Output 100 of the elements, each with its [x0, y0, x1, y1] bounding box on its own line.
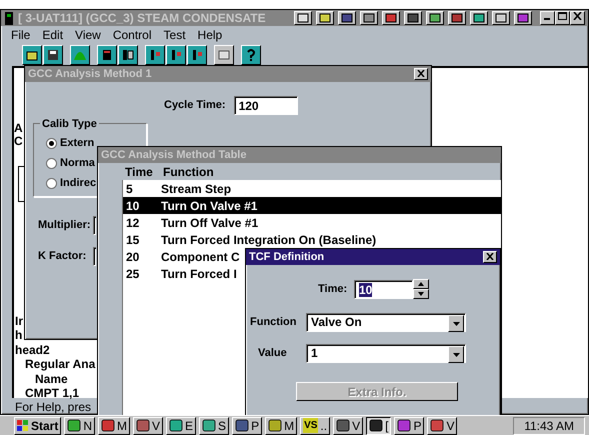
toolbar-button[interactable] — [214, 44, 234, 64]
tool-icon — [148, 48, 162, 62]
menu-item[interactable]: View — [69, 26, 107, 44]
toolbar-button[interactable] — [70, 44, 90, 64]
toolbar-button[interactable] — [118, 44, 138, 64]
table-row[interactable]: 15 Turn Forced Integration On (Baseline) — [123, 231, 501, 248]
window-title: GCC Analysis Method Table — [101, 148, 246, 163]
toolbar-button[interactable] — [97, 44, 117, 64]
tree-item[interactable]: head2 — [15, 342, 96, 358]
field-label: Function — [250, 315, 298, 330]
close-icon — [486, 253, 494, 260]
down-arrow-icon — [452, 322, 460, 326]
tree-item[interactable]: Name — [15, 372, 96, 386]
toolbar-button[interactable] — [404, 11, 422, 25]
close-button[interactable] — [483, 251, 497, 263]
tool-icon — [297, 13, 309, 23]
toolbar-button[interactable] — [43, 44, 63, 64]
table-cell-text: 5 — [125, 180, 134, 198]
table-cell-text: Turn Off Valve #1 — [161, 214, 258, 232]
table-row[interactable]: 12 Turn Off Valve #1 — [123, 214, 501, 231]
tool-icon — [407, 13, 419, 23]
app-icon — [101, 419, 116, 432]
multiplier-field[interactable] — [93, 216, 96, 235]
close-button[interactable] — [414, 68, 428, 80]
toolbar-button[interactable] — [514, 11, 532, 25]
k-factor-field[interactable] — [93, 247, 96, 266]
start-button[interactable]: Start — [14, 416, 62, 434]
maximize-icon — [558, 12, 567, 20]
toolbar-button[interactable] — [241, 44, 261, 64]
taskbar-button[interactable]: E — [166, 416, 196, 434]
app-icon — [336, 419, 350, 432]
table-cell-text: Stream Step — [161, 180, 232, 198]
toolbar-button[interactable] — [187, 44, 207, 64]
toolbar-button[interactable] — [316, 11, 334, 25]
tool-icon — [385, 13, 397, 23]
menu-item[interactable]: File — [5, 26, 36, 44]
toolbar-button[interactable] — [382, 11, 400, 25]
taskbar-button[interactable]: [ — [366, 416, 392, 434]
clock: 11:43 AM — [513, 416, 585, 434]
menu-item[interactable]: Help — [192, 26, 228, 44]
function-dropdown[interactable]: Valve On — [306, 313, 466, 332]
taskbar-button[interactable]: M — [98, 416, 130, 434]
spin-up-button[interactable] — [413, 279, 429, 289]
taskbar-button[interactable]: VS .. — [300, 416, 330, 434]
spin-down-button[interactable] — [413, 289, 429, 299]
table-row[interactable]: 5 Stream Step — [123, 180, 501, 197]
app-icon — [235, 419, 250, 432]
toolbar-button[interactable] — [22, 44, 42, 64]
tool-icon — [319, 13, 331, 23]
radio-label: Extern — [60, 136, 94, 151]
table-cell-text: 25 — [125, 266, 140, 282]
cycle-time-field[interactable]: 120 — [234, 96, 298, 115]
toolbar-button[interactable] — [426, 11, 444, 25]
radio-button[interactable] — [46, 158, 57, 168]
app-icon — [169, 419, 184, 432]
time-field[interactable]: 10 — [354, 280, 413, 298]
close-button[interactable] — [570, 11, 585, 25]
tool-icon — [363, 13, 375, 23]
app-icon — [136, 419, 150, 432]
app-icon — [397, 419, 412, 432]
toolbar-button[interactable] — [492, 11, 510, 25]
toolbar-button[interactable] — [448, 11, 466, 25]
close-icon — [417, 70, 425, 78]
table-cell-text: Turn On Valve #1 — [161, 198, 258, 214]
tool-icon — [190, 48, 204, 62]
value-dropdown[interactable]: 1 — [306, 344, 466, 363]
menu-item[interactable]: Test — [158, 26, 192, 44]
tool-icon — [495, 13, 507, 23]
radio-button[interactable] — [46, 178, 57, 188]
taskbar-button[interactable]: N — [64, 416, 96, 434]
close-icon — [573, 12, 582, 20]
table-row[interactable]: 10 Turn On Valve #1 — [123, 197, 501, 214]
down-arrow-icon — [452, 352, 460, 356]
taskbar-button[interactable]: P — [232, 416, 262, 434]
field-label: Value — [258, 346, 288, 362]
taskbar-button[interactable]: S — [199, 416, 230, 434]
toolbar-button[interactable] — [338, 11, 356, 25]
minimize-button[interactable] — [540, 11, 555, 25]
toolbar-button[interactable] — [145, 44, 165, 64]
toolbar-button[interactable] — [470, 11, 488, 25]
menu-item[interactable]: Control — [106, 26, 158, 44]
tool-icon — [451, 13, 463, 23]
taskbar-button[interactable]: V — [333, 416, 364, 434]
taskbar-button[interactable]: V — [133, 416, 164, 434]
maximize-button[interactable] — [555, 11, 570, 25]
tree-item[interactable]: Regular Ana — [15, 357, 96, 372]
label-text: A — [14, 122, 23, 135]
column-header: Time — [125, 164, 154, 180]
menu-item[interactable]: Edit — [36, 26, 70, 44]
app-icon — [202, 419, 216, 432]
toolbar-button[interactable] — [166, 44, 186, 64]
window-title: [ 3-UAT111] (GCC_3) STEAM CONDENSATE — [18, 10, 266, 27]
taskbar-button[interactable]: V — [427, 416, 458, 434]
toolbar-button[interactable] — [360, 11, 378, 25]
table-cell-text: 20 — [125, 248, 140, 266]
radio-button[interactable] — [46, 138, 57, 148]
taskbar-button[interactable]: P — [394, 416, 424, 434]
taskbar-button[interactable]: M — [265, 416, 298, 434]
toolbar-button[interactable] — [294, 11, 312, 25]
tree-item[interactable]: CMPT 1,1 — [15, 386, 96, 400]
